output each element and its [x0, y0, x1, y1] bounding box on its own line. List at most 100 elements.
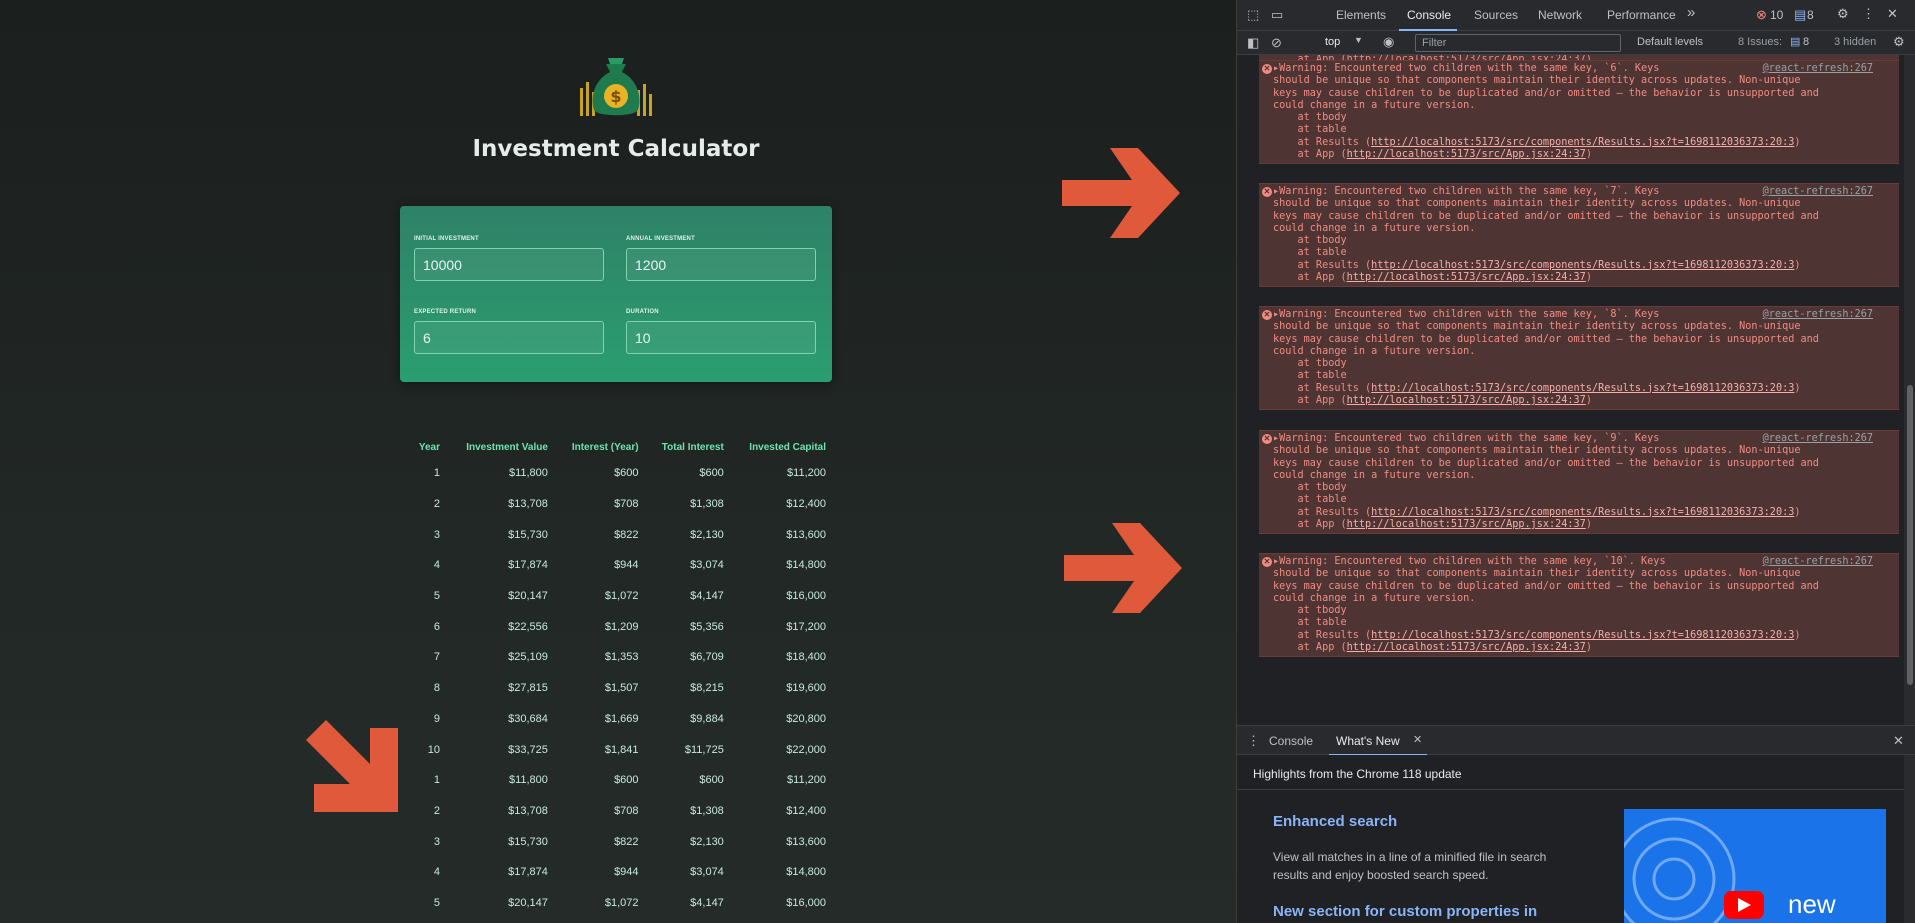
scrollbar-thumb[interactable] — [1907, 385, 1913, 685]
app-source-link[interactable]: http://localhost:5173/src/App.jsx:24:37 — [1347, 272, 1586, 283]
stack-line: at table — [1273, 247, 1347, 259]
close-devtools-icon[interactable]: ✕ — [1887, 6, 1898, 22]
close-tab-icon[interactable]: ✕ — [1413, 733, 1422, 746]
results-source-link[interactable]: http://localhost:5173/src/components/Res… — [1371, 383, 1794, 394]
cell-investment-value: $20,147 — [508, 590, 548, 603]
console-scrollbar[interactable] — [1904, 55, 1915, 725]
warning-line: keys may cause children to be duplicated… — [1273, 580, 1819, 592]
app-source-link[interactable]: http://localhost:5173/src/App.jsx:24:37 — [1347, 519, 1586, 530]
duration-input[interactable]: 10 — [626, 321, 816, 354]
cell-invested-capital: $22,000 — [786, 743, 826, 756]
inspect-element-icon[interactable]: ⬚ — [1247, 7, 1259, 23]
cell-total-interest: $3,074 — [690, 866, 724, 879]
kebab-menu-icon[interactable]: ⋮ — [1862, 6, 1875, 22]
tab-sources[interactable]: Sources — [1474, 8, 1518, 22]
results-table-body: 1 $11,800 $600 $600 $11,200 2 $13,708 $708 $1,30… — [400, 458, 832, 918]
message-count-icon: ▤ — [1794, 7, 1807, 22]
issues-label[interactable]: 8 Issues: — [1738, 36, 1782, 48]
live-expression-eye-icon[interactable]: ◉ — [1383, 34, 1394, 50]
console-filter-input[interactable]: Filter — [1415, 34, 1621, 52]
console-warning-message[interactable]: ✕ @react-refresh:267 ▸Warning: Encountered… — [1259, 60, 1899, 165]
cell-interest-year: $1,669 — [604, 712, 639, 725]
message-count[interactable]: 8 — [1807, 8, 1814, 22]
tab-elements[interactable]: Elements — [1336, 8, 1386, 22]
message-source-link[interactable]: @react-refresh:267 — [1763, 433, 1873, 444]
drawer-menu-icon[interactable]: ⋮ — [1247, 733, 1260, 749]
warning-prefix: Warning: Encountered two children with t… — [1279, 63, 1611, 74]
cell-total-interest: $3,074 — [690, 559, 724, 572]
error-count-icon: ⊗ — [1756, 7, 1767, 22]
error-count[interactable]: 10 — [1770, 8, 1783, 22]
drawer-tabbar: ⋮ Console What's New ✕ ✕ — [1237, 725, 1915, 756]
drawer-scrollbar[interactable] — [1904, 755, 1915, 923]
table-row: 4 $17,874 $944 $3,074 $14,800 — [400, 550, 832, 581]
cell-total-interest: $11,725 — [684, 743, 724, 756]
tab-console[interactable]: Console — [1407, 8, 1451, 22]
cell-invested-capital: $16,000 — [786, 896, 826, 909]
tab-performance[interactable]: Performance — [1607, 8, 1676, 22]
warning-suffix: `. Keys — [1616, 63, 1660, 74]
app-source-link[interactable]: http://localhost:5173/src/App.jsx:24:37 — [1347, 395, 1586, 406]
console-warning-message[interactable]: ✕ @react-refresh:267 ▸Warning: Encountered… — [1259, 430, 1899, 535]
sidebar-toggle-icon[interactable]: ◧ — [1247, 35, 1259, 51]
down-right-arrow-annotation — [306, 720, 398, 812]
warning-line: could change in a future version. — [1273, 345, 1476, 357]
whats-new-promo-image[interactable]: new — [1624, 809, 1886, 923]
settings-gear-icon[interactable]: ⚙ — [1837, 6, 1849, 22]
cell-interest-year: $600 — [614, 467, 639, 480]
close-drawer-icon[interactable]: ✕ — [1893, 733, 1904, 749]
console-warning-message[interactable]: ✕ @react-refresh:267 ▸Warning: Encountered… — [1259, 306, 1899, 411]
results-source-link[interactable]: http://localhost:5173/src/components/Res… — [1371, 630, 1794, 641]
device-toolbar-icon[interactable]: ▭ — [1271, 7, 1283, 23]
cell-year: 7 — [433, 651, 440, 664]
message-text: ▸Warning: Encountered two children with … — [1259, 307, 1899, 409]
cell-interest-year: $1,209 — [604, 620, 639, 633]
message-source-link[interactable]: @react-refresh:267 — [1763, 309, 1873, 320]
issues-count[interactable]: 8 — [1803, 36, 1809, 48]
results-source-link[interactable]: http://localhost:5173/src/components/Res… — [1371, 137, 1794, 148]
cell-invested-capital: $16,000 — [786, 590, 826, 603]
cell-year: 5 — [433, 590, 440, 603]
header-interest-year: Interest (Year) — [571, 441, 639, 453]
message-source-link[interactable]: @react-refresh:267 — [1763, 556, 1873, 567]
app-source-link[interactable]: http://localhost:5173/src/App.jsx:24:37 — [1347, 642, 1586, 653]
hidden-count: 3 hidden — [1834, 36, 1877, 48]
cell-investment-value: $17,874 — [508, 559, 548, 572]
enhanced-search-description: View all matches in a line of a minified… — [1273, 850, 1547, 882]
cell-total-interest: $4,147 — [690, 896, 724, 909]
cell-invested-capital: $17,200 — [786, 620, 826, 633]
warning-prefix: Warning: Encountered two children with t… — [1279, 556, 1611, 567]
custom-properties-link[interactable]: New section for custom properties in — [1273, 903, 1537, 920]
enhanced-search-link[interactable]: Enhanced search — [1273, 813, 1397, 830]
results-source-link[interactable]: http://localhost:5173/src/components/Res… — [1371, 260, 1794, 271]
cell-investment-value: $25,109 — [508, 651, 548, 664]
message-source-link[interactable]: @react-refresh:267 — [1763, 63, 1873, 74]
tab-network[interactable]: Network — [1538, 8, 1582, 22]
app-source-link[interactable]: http://localhost:5173/src/App.jsx:24:37 — [1347, 149, 1586, 160]
header-total-interest: Total Interest — [661, 441, 724, 453]
stack-line: at Results ( — [1273, 382, 1372, 394]
warning-line: could change in a future version. — [1273, 592, 1476, 604]
console-warning-message[interactable]: ✕ @react-refresh:267 ▸Warning: Encountered… — [1259, 553, 1899, 658]
cell-year: 9 — [433, 712, 440, 725]
initial-investment-input[interactable]: 10000 — [414, 248, 604, 281]
cell-total-interest: $1,308 — [690, 498, 724, 511]
cell-interest-year: $1,072 — [604, 590, 639, 603]
warning-line: keys may cause children to be duplicated… — [1273, 210, 1819, 222]
drawer-tab-console[interactable]: Console — [1269, 734, 1313, 748]
cell-invested-capital: $14,800 — [786, 559, 826, 572]
console-warning-message[interactable]: ✕ @react-refresh:267 ▸Warning: Encountered… — [1259, 183, 1899, 288]
more-tabs-button[interactable]: » — [1687, 4, 1695, 21]
console-settings-icon[interactable]: ⚙ — [1893, 34, 1905, 50]
clear-console-icon[interactable]: ⊘ — [1271, 35, 1282, 51]
log-levels-dropdown[interactable]: Default levels — [1637, 36, 1703, 48]
cell-year: 4 — [433, 866, 440, 879]
drawer-tab-whats-new[interactable]: What's New — [1336, 734, 1400, 748]
expected-return-input[interactable]: 6 — [414, 321, 604, 354]
issues-icon: ▤ — [1790, 36, 1801, 48]
duration-label: DURATION — [626, 309, 659, 315]
results-source-link[interactable]: http://localhost:5173/src/components/Res… — [1371, 507, 1794, 518]
message-source-link[interactable]: @react-refresh:267 — [1763, 186, 1873, 197]
context-selector[interactable]: top — [1325, 36, 1340, 48]
annual-investment-input[interactable]: 1200 — [626, 248, 816, 281]
